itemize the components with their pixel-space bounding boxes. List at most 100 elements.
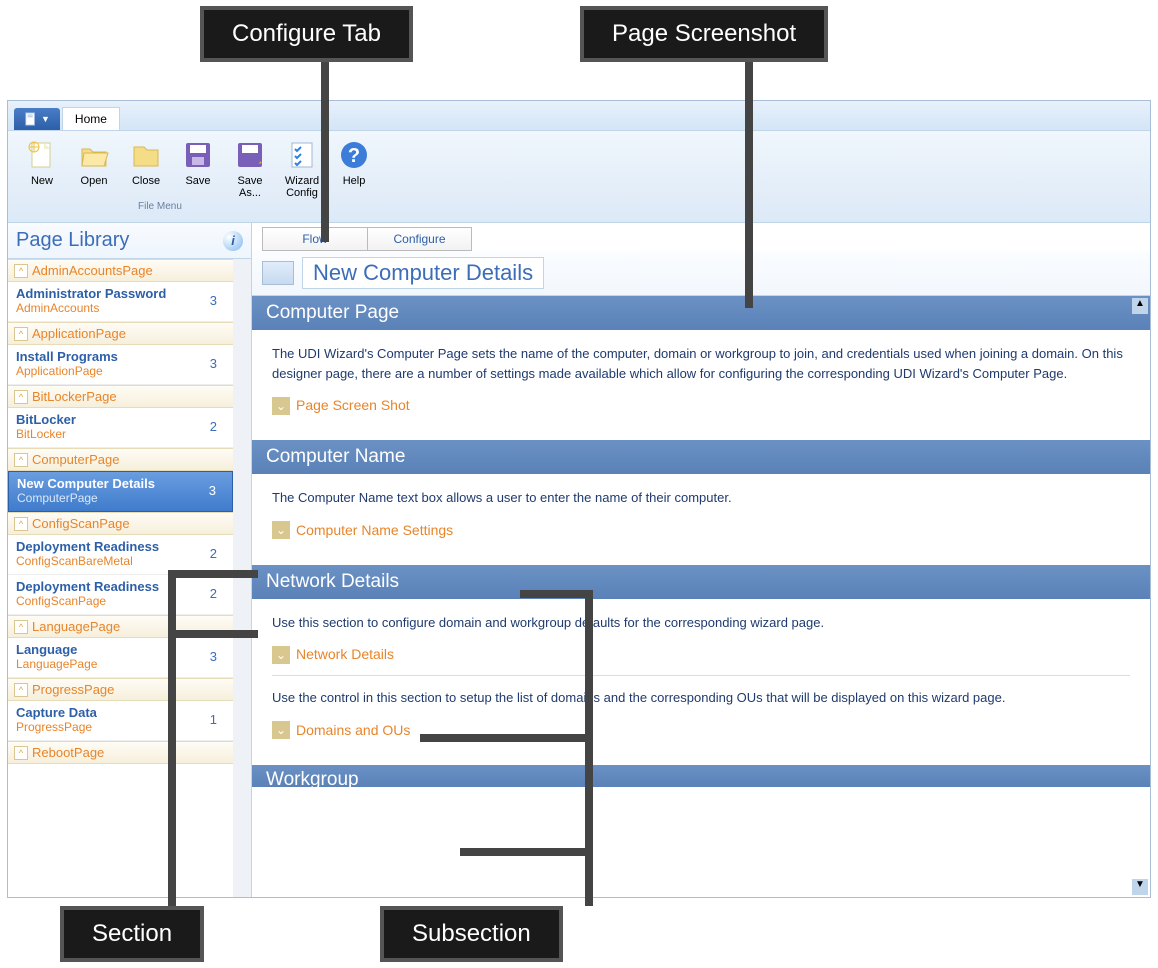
item-title: New Computer Details	[17, 476, 155, 491]
tab-home[interactable]: Home	[62, 107, 120, 130]
callout-line	[168, 570, 176, 906]
save-icon	[180, 137, 216, 173]
tab-row: Flow Configure	[252, 223, 1150, 251]
subsection-toggle[interactable]: ⌄Computer Name Settings	[272, 520, 1130, 541]
category-name: ConfigScanPage	[32, 516, 130, 531]
ribbon-open-button[interactable]: Open	[68, 135, 120, 222]
folder-open-icon	[76, 137, 112, 173]
section-header: Network Details	[252, 565, 1150, 599]
library-item[interactable]: LanguageLanguagePage3	[8, 638, 233, 678]
item-count: 2	[210, 546, 225, 561]
expand-icon: ^	[14, 453, 28, 467]
subsection-toggle[interactable]: ⌄Page Screen Shot	[272, 395, 1130, 416]
item-title: Deployment Readiness	[16, 579, 159, 594]
page-title-row: New Computer Details	[252, 251, 1150, 296]
callout-line	[321, 58, 329, 242]
library-item[interactable]: Deployment ReadinessConfigScanPage2	[8, 575, 233, 615]
ribbon-label: Close	[132, 175, 160, 187]
library-item[interactable]: Install ProgramsApplicationPage3	[8, 345, 233, 385]
scroll-up-button[interactable]: ▲	[1132, 298, 1148, 314]
category-header[interactable]: ^ ComputerPage	[8, 448, 233, 471]
panel-title: Page Library	[16, 229, 129, 252]
page-library-tree: ▼ ^AdminAccountsPageAdministrator Passwo…	[8, 259, 251, 897]
subsection-toggle[interactable]: ⌄ Domains and OUs	[272, 720, 1130, 741]
item-subtitle: LanguagePage	[16, 657, 97, 671]
expand-icon: ^	[14, 746, 28, 760]
section-body: The UDI Wizard's Computer Page sets the …	[252, 330, 1150, 440]
callout-page-screenshot: Page Screenshot	[580, 6, 828, 62]
ribbon: New Open Close Save Save As... Wizard Co…	[8, 131, 1150, 223]
chevron-down-icon: ⌄	[272, 646, 290, 664]
category-name: ComputerPage	[32, 452, 119, 467]
section-body: Use this section to configure domain and…	[252, 599, 1150, 765]
section-desc: The Computer Name text box allows a user…	[272, 488, 1130, 508]
body: Page Library i ▼ ^AdminAccountsPage Admin…	[8, 223, 1150, 897]
category-header[interactable]: ^ RebootPage	[8, 741, 233, 764]
library-item[interactable]: Capture DataProgressPage1	[8, 701, 233, 741]
category-header[interactable]: ^ProgressPage	[8, 678, 233, 701]
chevron-down-icon: ⌄	[272, 521, 290, 539]
item-subtitle: ApplicationPage	[16, 364, 118, 378]
scroll-down-button[interactable]: ▼	[1132, 879, 1148, 895]
section-desc: Use the control in this section to setup…	[272, 688, 1130, 708]
svg-text:?: ?	[348, 145, 360, 167]
left-panel: Page Library i ▼ ^AdminAccountsPage Admin…	[8, 223, 252, 897]
callout-line	[420, 734, 590, 742]
callout-section: Section	[60, 906, 204, 962]
item-subtitle: ConfigScanPage	[16, 594, 159, 608]
category-header[interactable]: ^BitLockerPage	[8, 385, 233, 408]
category-name: RebootPage	[32, 745, 104, 760]
library-item[interactable]: BitLockerBitLocker2	[8, 408, 233, 448]
ribbon-label: Save As...	[230, 175, 270, 199]
category-header[interactable]: ^AdminAccountsPage	[8, 259, 233, 282]
app-window: ▼ Home New Open Close Save Save As... Wi…	[7, 100, 1151, 898]
scrollbar-thumb[interactable]	[235, 261, 249, 421]
ribbon-label: Open	[81, 175, 108, 187]
item-title: Deployment Readiness	[16, 539, 159, 554]
ribbon-group-label: File Menu	[138, 201, 182, 212]
item-subtitle: ConfigScanBareMetal	[16, 554, 159, 568]
expand-icon: ^	[14, 517, 28, 531]
category-header[interactable]: ^ ConfigScanPage	[8, 512, 233, 535]
item-count: 1	[210, 712, 225, 727]
ribbon-new-button[interactable]: New	[16, 135, 68, 222]
expand-icon: ^	[14, 390, 28, 404]
app-menu-button[interactable]: ▼	[14, 108, 60, 130]
ribbon-save-as-button[interactable]: Save As...	[224, 135, 276, 222]
library-item[interactable]: Administrator PasswordAdminAccounts3	[8, 282, 233, 322]
section-header-partial: Workgroup	[252, 765, 1150, 787]
subsection-name: Network Details	[296, 644, 394, 665]
chevron-down-icon: ⌄	[272, 721, 290, 739]
item-count: 3	[210, 293, 225, 308]
section-desc: The UDI Wizard's Computer Page sets the …	[272, 344, 1130, 383]
tab-flow[interactable]: Flow	[262, 227, 367, 251]
expand-icon: ^	[14, 327, 28, 341]
info-icon[interactable]: i	[223, 231, 243, 251]
ribbon-help-button[interactable]: ? Help	[328, 135, 380, 222]
tab-configure[interactable]: Configure	[367, 227, 472, 251]
callout-line	[460, 848, 590, 856]
callout-line	[585, 590, 593, 906]
ribbon-label: Help	[343, 175, 366, 187]
callout-line	[168, 570, 258, 578]
item-title: Capture Data	[16, 705, 97, 720]
right-panel: Flow Configure New Computer Details ▲ ▼ …	[252, 223, 1150, 897]
category-header[interactable]: ^ ApplicationPage	[8, 322, 233, 345]
section-header: Computer Name	[252, 440, 1150, 474]
category-name: ApplicationPage	[32, 326, 126, 341]
item-title: Language	[16, 642, 97, 657]
item-subtitle: AdminAccounts	[16, 301, 166, 315]
scroll-down-button[interactable]: ▼	[234, 879, 250, 895]
expand-icon: ^	[14, 264, 28, 278]
page-thumbnail-icon	[262, 261, 294, 285]
subsection-toggle[interactable]: ⌄ Network Details	[272, 644, 1130, 665]
section-desc: Use this section to configure domain and…	[272, 613, 1130, 633]
library-item[interactable]: Deployment ReadinessConfigScanBareMetal 2	[8, 535, 233, 575]
item-title: BitLocker	[16, 412, 76, 427]
subsection-name: Domains and OUs	[296, 720, 410, 741]
library-item[interactable]: New Computer DetailsComputerPage3	[8, 471, 233, 512]
save-as-icon	[232, 137, 268, 173]
item-count: 2	[210, 419, 225, 434]
expand-icon: ^	[14, 620, 28, 634]
callout-line	[745, 58, 753, 308]
